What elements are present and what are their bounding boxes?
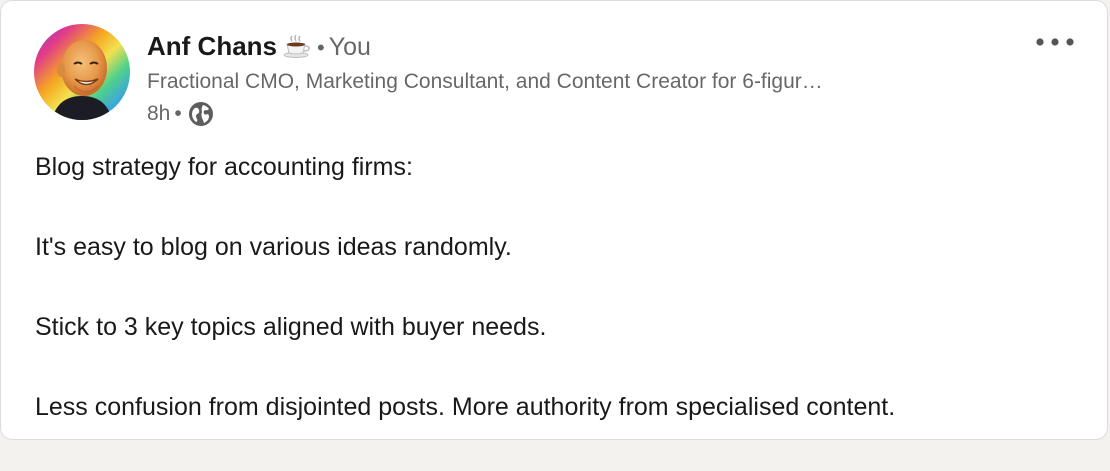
- post-content: Blog strategy for accounting firms: It's…: [35, 151, 1085, 471]
- globe-icon[interactable]: [188, 101, 214, 127]
- post-paragraph: Blog strategy for accounting firms:: [35, 153, 413, 181]
- post-paragraph: It's easy to blog on various ideas rando…: [35, 233, 512, 261]
- time-separator: •: [174, 102, 182, 125]
- more-options-icon[interactable]: [1029, 27, 1083, 57]
- author-info: Anf Chans • You Fractional CMO, Marketing…: [147, 29, 967, 129]
- author-avatar[interactable]: [34, 24, 130, 120]
- relation-label: You: [328, 33, 371, 61]
- author-name[interactable]: Anf Chans: [147, 31, 277, 61]
- name-separator: •: [317, 35, 325, 60]
- author-headline: Fractional CMO, Marketing Consultant, an…: [147, 70, 823, 93]
- post-meta: 8h •: [147, 99, 967, 129]
- post-card: Anf Chans • You Fractional CMO, Marketing…: [0, 0, 1108, 440]
- post-paragraph: Less confusion from disjointed posts. Mo…: [35, 393, 896, 421]
- avatar-image: [34, 24, 130, 120]
- author-name-row: Anf Chans • You: [147, 29, 967, 63]
- post-paragraph: Stick to 3 key topics aligned with buyer…: [35, 313, 547, 341]
- coffee-icon: [283, 32, 311, 58]
- post-time: 8h: [147, 102, 171, 125]
